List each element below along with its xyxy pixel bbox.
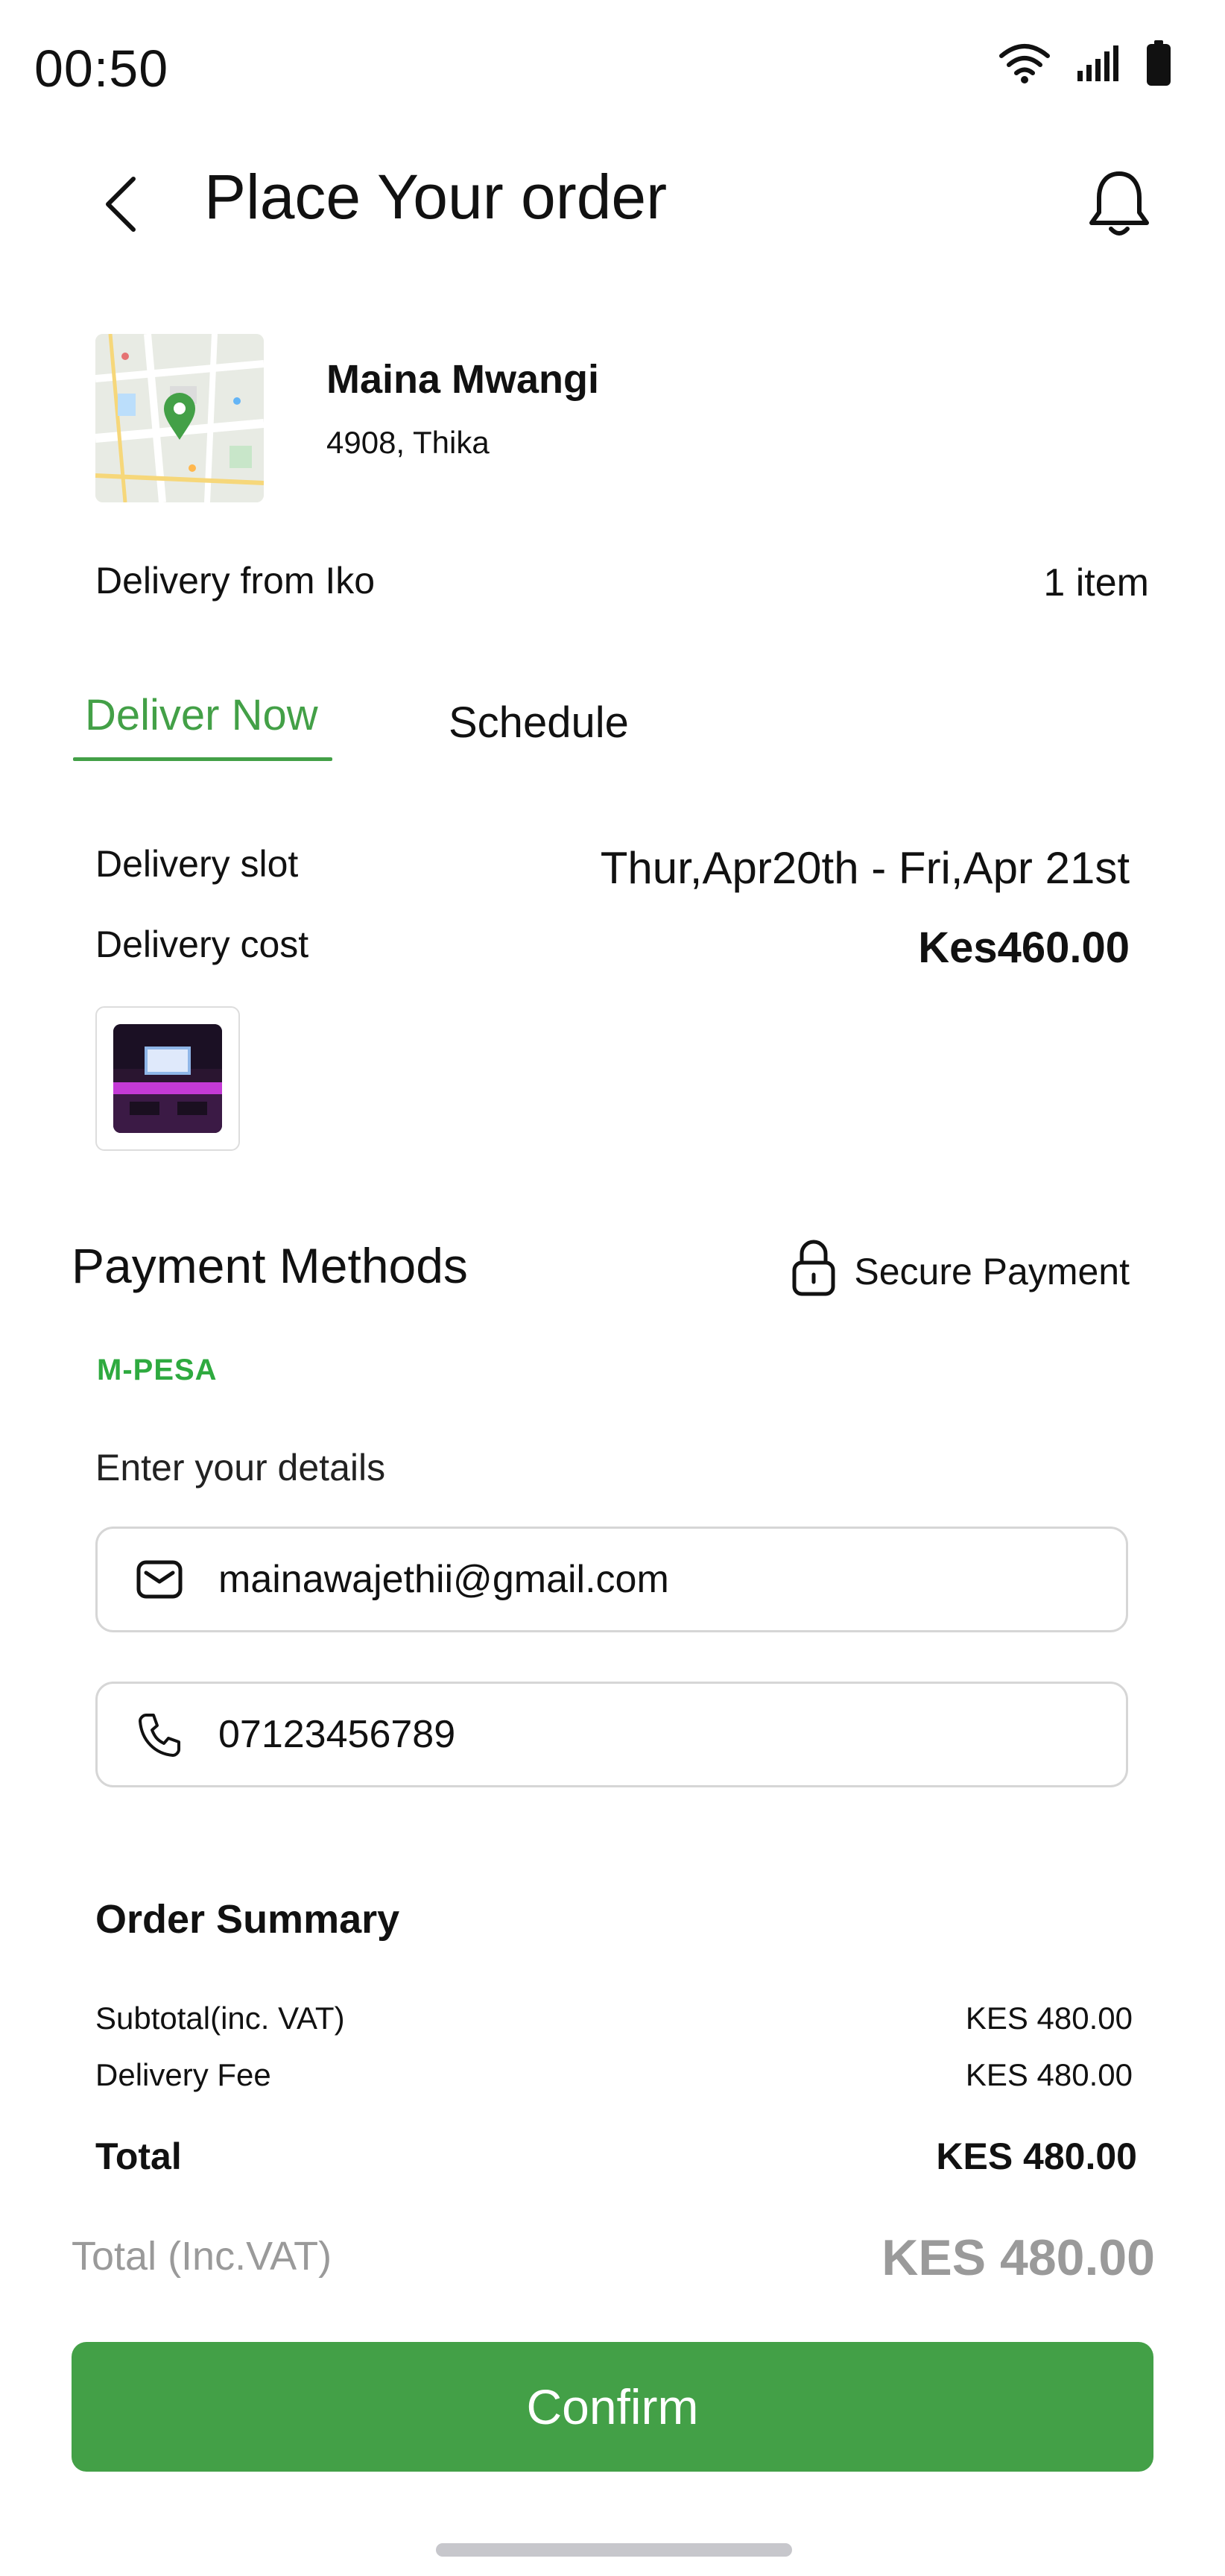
chevron-left-icon — [102, 174, 139, 238]
total-value: KES 480.00 — [936, 2135, 1137, 2177]
item-count: 1 item — [1043, 561, 1149, 604]
phone-icon — [130, 1711, 189, 1758]
tab-schedule[interactable]: Schedule — [449, 698, 629, 748]
bell-icon — [1087, 168, 1151, 243]
signal-icon — [1076, 44, 1121, 86]
total-incvat-value: KES 480.00 — [881, 2229, 1155, 2286]
recipient-address: 4908, Thika — [326, 425, 490, 460]
delivery-source: Delivery from Iko — [95, 560, 376, 602]
mail-icon — [130, 1559, 189, 1600]
delivery-slot-value: Thur,Apr20th - Fri,Apr 21st — [600, 843, 1130, 893]
confirm-button[interactable]: Confirm — [72, 2342, 1153, 2472]
secure-payment-badge: Secure Payment — [791, 1237, 1130, 1306]
back-button[interactable] — [91, 168, 151, 243]
wifi-icon — [998, 42, 1051, 88]
map-thumbnail[interactable] — [95, 334, 264, 502]
total-label: Total — [95, 2135, 182, 2177]
delivery-cost-label: Delivery cost — [95, 924, 309, 965]
phone-input[interactable] — [218, 1712, 1038, 1757]
product-thumbnail[interactable] — [95, 1006, 240, 1151]
total-incvat-label: Total (Inc.VAT) — [72, 2234, 332, 2279]
subtotal-label: Subtotal(inc. VAT) — [95, 2001, 345, 2036]
status-time: 00:50 — [34, 40, 169, 98]
email-input[interactable] — [218, 1557, 1038, 1602]
status-icons — [998, 40, 1171, 90]
enter-details-label: Enter your details — [95, 1447, 386, 1489]
battery-icon — [1146, 40, 1171, 90]
active-tab-indicator — [73, 757, 332, 761]
subtotal-value: KES 480.00 — [965, 2001, 1133, 2036]
delivery-fee-value: KES 480.00 — [965, 2057, 1133, 2092]
mpesa-logo[interactable]: M-PESA — [97, 1354, 218, 1387]
delivery-cost-value: Kes460.00 — [918, 924, 1130, 972]
email-field[interactable] — [95, 1527, 1128, 1632]
lock-icon — [791, 1237, 836, 1306]
page-title: Place Your order — [204, 162, 668, 232]
payment-methods-title: Payment Methods — [72, 1238, 468, 1293]
secure-payment-label: Secure Payment — [854, 1251, 1130, 1292]
phone-field[interactable] — [95, 1682, 1128, 1787]
tab-deliver-now[interactable]: Deliver Now — [85, 690, 318, 740]
order-summary-title: Order Summary — [95, 1897, 400, 1942]
home-indicator[interactable] — [436, 2543, 792, 2557]
recipient-name: Maina Mwangi — [326, 357, 600, 402]
product-image — [113, 1024, 222, 1133]
delivery-fee-label: Delivery Fee — [95, 2057, 271, 2092]
delivery-slot-label: Delivery slot — [95, 843, 299, 885]
notifications-button[interactable] — [1082, 164, 1156, 246]
